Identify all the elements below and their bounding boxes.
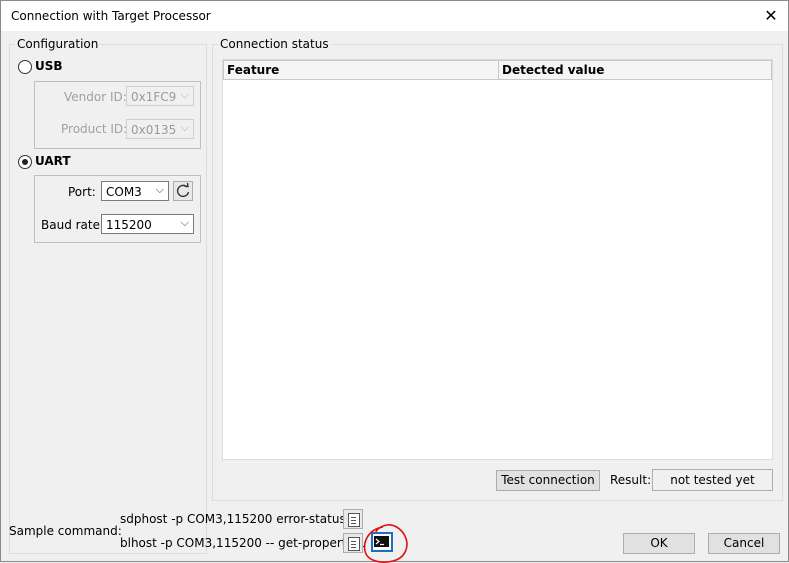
sample-command-label: Sample command: bbox=[9, 524, 122, 538]
vendor-id-value: 0x1FC9 bbox=[131, 90, 177, 104]
result-value: not tested yet bbox=[652, 469, 773, 491]
open-terminal-button[interactable] bbox=[371, 532, 393, 552]
close-icon[interactable]: ✕ bbox=[760, 5, 782, 27]
chevron-down-icon: ⌵ bbox=[180, 216, 189, 229]
baud-rate-value: 115200 bbox=[106, 218, 152, 232]
refresh-icon bbox=[176, 182, 190, 198]
configuration-label: Configuration bbox=[15, 37, 101, 51]
cancel-button[interactable]: Cancel bbox=[708, 533, 780, 554]
ok-button[interactable]: OK bbox=[623, 533, 695, 554]
product-id-select[interactable]: 0x0135 ⌵ bbox=[126, 119, 194, 139]
sample-command-blhost: blhost -p COM3,115200 -- get-property 1 bbox=[120, 536, 366, 550]
port-label: Port: bbox=[68, 185, 96, 199]
vendor-id-select[interactable]: 0x1FC9 ⌵ bbox=[126, 86, 194, 106]
sample-command-sdphost: sdphost -p COM3,115200 error-status bbox=[120, 512, 346, 526]
chevron-down-icon: ⌵ bbox=[180, 88, 189, 101]
refresh-button[interactable] bbox=[173, 181, 193, 201]
uart-label[interactable]: UART bbox=[35, 154, 71, 168]
feature-table[interactable]: Feature Detected value bbox=[222, 59, 773, 460]
copy-sdphost-button[interactable] bbox=[343, 509, 363, 529]
title-bar: Connection with Target Processor ✕ bbox=[1, 1, 788, 31]
baud-rate-select[interactable]: 115200 ⌵ bbox=[101, 214, 194, 234]
product-id-label: Product ID: bbox=[61, 122, 128, 136]
clipboard-icon bbox=[348, 537, 360, 551]
terminal-icon bbox=[374, 536, 389, 547]
result-label: Result: bbox=[610, 473, 652, 487]
usb-label[interactable]: USB bbox=[35, 59, 63, 73]
connection-status-label: Connection status bbox=[218, 37, 331, 51]
column-header-feature[interactable]: Feature bbox=[223, 60, 499, 80]
clipboard-icon bbox=[348, 513, 360, 527]
baud-rate-label: Baud rate: bbox=[41, 218, 105, 232]
chevron-down-icon: ⌵ bbox=[180, 121, 189, 134]
vendor-id-label: Vendor ID: bbox=[64, 90, 127, 104]
usb-radio[interactable] bbox=[18, 60, 32, 74]
port-value: COM3 bbox=[106, 185, 142, 199]
test-connection-button[interactable]: Test connection bbox=[496, 470, 600, 491]
dialog-window: Connection with Target Processor ✕ Confi… bbox=[0, 0, 789, 563]
copy-blhost-button[interactable] bbox=[343, 533, 363, 553]
chevron-down-icon: ⌵ bbox=[155, 183, 164, 196]
column-header-detected-value[interactable]: Detected value bbox=[498, 60, 772, 80]
window-title: Connection with Target Processor bbox=[11, 9, 211, 23]
product-id-value: 0x0135 bbox=[131, 123, 177, 137]
uart-radio[interactable] bbox=[18, 155, 32, 169]
port-select[interactable]: COM3 ⌵ bbox=[101, 181, 169, 201]
